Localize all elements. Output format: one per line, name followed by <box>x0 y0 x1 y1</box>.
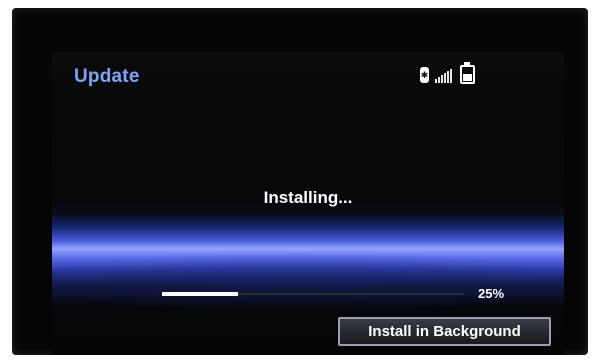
screen-bezel: Update ✱ Installing... 25% Install in Ba… <box>12 8 588 355</box>
battery-icon <box>460 62 475 84</box>
status-bar-icons: ✱ <box>420 62 475 85</box>
page-title: Update <box>74 66 140 87</box>
installing-status-text: Installing... <box>263 188 353 207</box>
progress-bar-fill <box>162 292 238 296</box>
progress-percent: 25% <box>478 286 505 301</box>
progress-bar <box>162 292 464 296</box>
bluetooth-icon: ✱ <box>420 67 429 83</box>
signal-strength-icon <box>435 69 453 83</box>
display-screen: Update ✱ Installing... 25% Install in Ba… <box>52 52 564 355</box>
battery-level <box>463 74 472 81</box>
install-in-background-button[interactable]: Install in Background <box>338 317 551 346</box>
